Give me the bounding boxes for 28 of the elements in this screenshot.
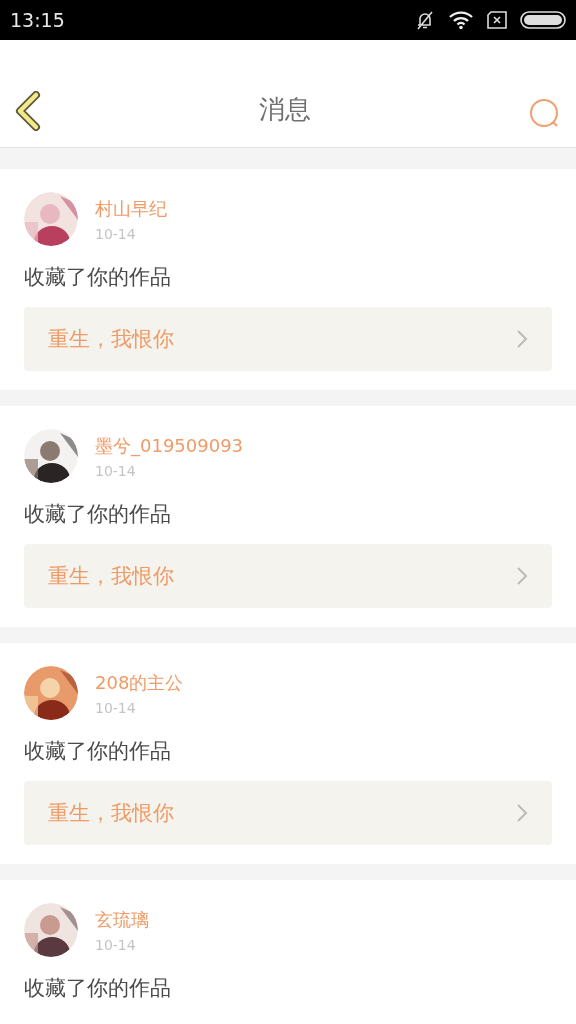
user-name[interactable]: 村山早纪 <box>95 197 167 221</box>
bell-muted-icon <box>414 9 436 31</box>
message-text: 收藏了你的作品 <box>24 738 172 765</box>
message-date: 10-14 <box>95 937 137 953</box>
wifi-icon <box>448 10 474 30</box>
chevron-right-icon <box>516 329 528 349</box>
work-title: 重生，我恨你 <box>48 800 174 826</box>
user-name[interactable]: 墨兮_019509093 <box>95 434 244 458</box>
work-link[interactable]: 重生，我恨你 <box>24 307 552 371</box>
clock: 13:15 <box>10 9 65 31</box>
sim-icon <box>486 11 508 29</box>
work-title: 重生，我恨你 <box>48 563 174 589</box>
message-text: 收藏了你的作品 <box>24 501 172 528</box>
work-link[interactable]: 重生，我恨你 <box>24 781 552 845</box>
message-text: 收藏了你的作品 <box>24 264 172 291</box>
chevron-right-icon <box>516 566 528 586</box>
message-date: 10-14 <box>95 463 137 479</box>
message-date: 10-14 <box>95 226 137 242</box>
message-date: 10-14 <box>95 700 137 716</box>
work-title: 重生，我恨你 <box>48 326 174 352</box>
page-title: 消息 <box>259 93 311 126</box>
message-text: 收藏了你的作品 <box>24 975 172 1002</box>
battery-icon <box>520 11 566 29</box>
chevron-right-icon <box>516 803 528 823</box>
back-button[interactable] <box>14 91 42 131</box>
work-link[interactable]: 重生，我恨你 <box>24 544 552 608</box>
user-name[interactable]: 208的主公 <box>95 671 184 695</box>
user-name[interactable]: 玄琉璃 <box>95 908 149 932</box>
